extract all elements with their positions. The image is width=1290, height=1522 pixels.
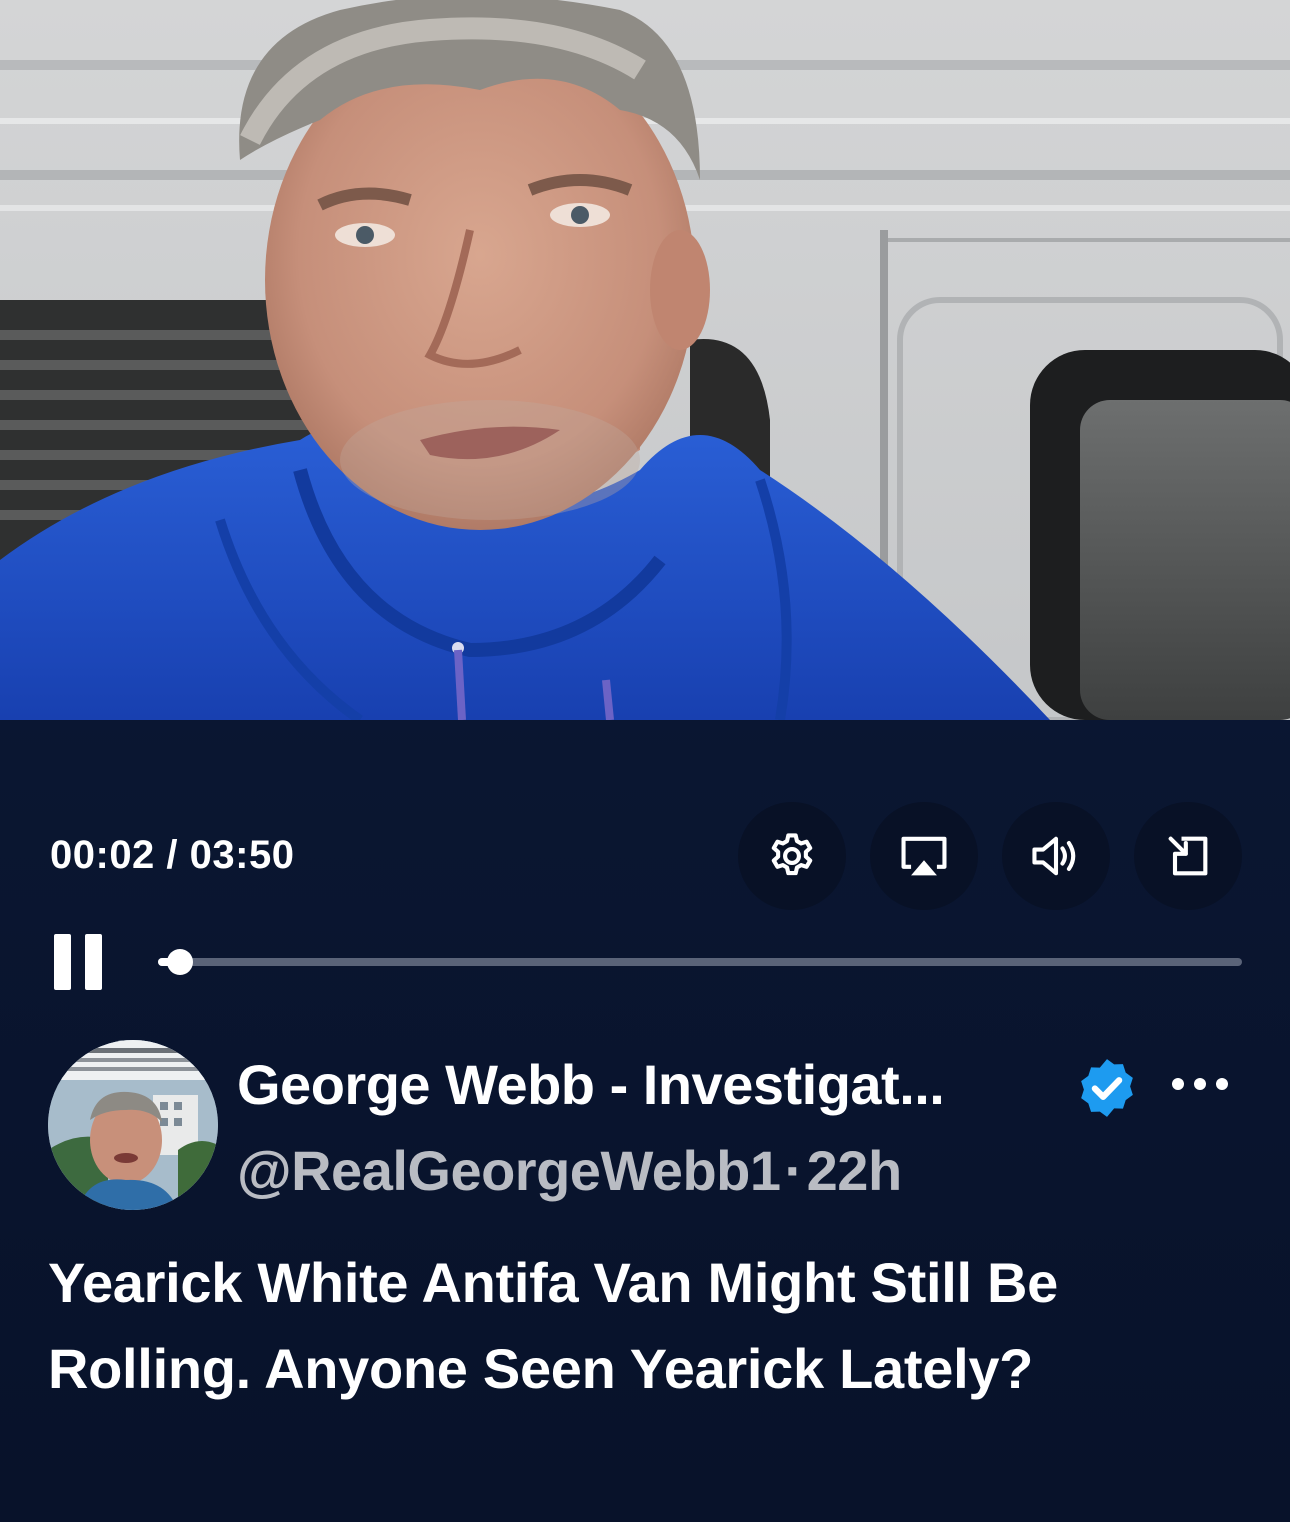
time-separator: / xyxy=(154,833,190,877)
avatar-image xyxy=(48,1040,218,1210)
handle-line: @RealGeorgeWebb1·22h xyxy=(237,1138,902,1203)
pause-icon-bar-left xyxy=(54,934,71,990)
handle[interactable]: @RealGeorgeWebb1 xyxy=(237,1139,781,1202)
volume-button[interactable] xyxy=(1002,802,1110,910)
progress-knob[interactable] xyxy=(167,949,193,975)
video-frame[interactable] xyxy=(0,0,1290,720)
progress-track xyxy=(158,958,1242,966)
timestamp[interactable]: 22h xyxy=(807,1139,903,1202)
duration: 03:50 xyxy=(189,833,295,877)
settings-button[interactable] xyxy=(738,802,846,910)
pause-icon-bar-right xyxy=(85,934,102,990)
exit-fullscreen-button[interactable] xyxy=(1134,802,1242,910)
video-player-screen: 00:02 / 03:50 George Webb - Investigat..… xyxy=(0,0,1290,1522)
more-dots-icon xyxy=(1172,1078,1228,1090)
display-name[interactable]: George Webb - Investigat... xyxy=(237,1052,945,1117)
time-display: 00:02 / 03:50 xyxy=(50,833,294,878)
gear-icon xyxy=(771,833,813,876)
current-time: 00:02 xyxy=(50,833,155,877)
exit-fullscreen-icon xyxy=(1168,836,1208,876)
verified-check-icon xyxy=(1081,1059,1133,1117)
more-options-button[interactable] xyxy=(1166,1062,1236,1102)
avatar[interactable] xyxy=(48,1040,218,1210)
airplay-button[interactable] xyxy=(870,802,978,910)
verified-badge-icon[interactable] xyxy=(1074,1055,1140,1121)
airplay-icon xyxy=(901,836,947,876)
handle-separator-dot: · xyxy=(784,1139,804,1202)
progress-scrubber[interactable] xyxy=(158,948,1242,976)
pause-button[interactable] xyxy=(50,932,106,992)
tweet-text: Yearick White Antifa Van Might Still Be … xyxy=(48,1251,1058,1400)
speaker-volume-icon xyxy=(1032,836,1076,876)
video-still xyxy=(0,0,1290,720)
